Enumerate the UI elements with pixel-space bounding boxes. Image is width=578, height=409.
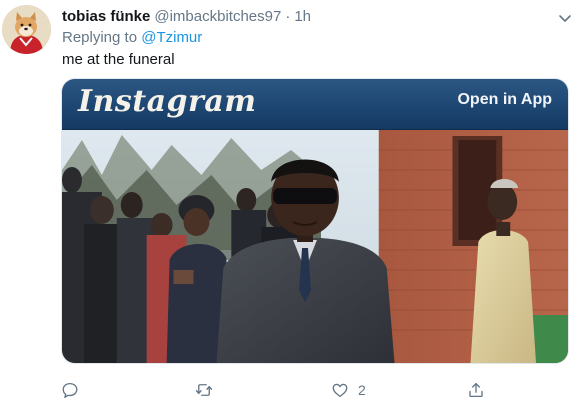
instagram-header-bar: Instagram Open in App — [62, 79, 568, 130]
replying-to: Replying to @Tzimur — [62, 28, 202, 48]
instagram-logo: Instagram — [78, 84, 257, 119]
retweet-button[interactable] — [195, 378, 222, 402]
funeral-photo-image — [62, 130, 568, 363]
funeral-photo — [62, 130, 568, 363]
open-in-app-label: Open in App — [457, 91, 552, 108]
user-handle[interactable]: @imbackbitches97 — [154, 8, 281, 25]
tweet-header: tobias fünke @imbackbitches97 · 1h — [62, 7, 311, 27]
heart-icon — [332, 383, 348, 398]
chevron-down-icon — [559, 15, 571, 22]
tweet-media[interactable]: Instagram Open in App — [61, 78, 569, 364]
tweet-actions: 2 — [0, 378, 578, 402]
display-name[interactable]: tobias fünke — [62, 8, 150, 25]
avatar-image — [2, 5, 51, 54]
reply-button[interactable] — [61, 378, 88, 402]
like-count: 2 — [358, 382, 366, 398]
more-options-button[interactable] — [555, 8, 575, 28]
tweet[interactable]: tobias fünke @imbackbitches97 · 1h Replying… — [0, 0, 578, 409]
avatar[interactable] — [2, 5, 51, 54]
tweet-timestamp[interactable]: 1h — [294, 8, 311, 25]
separator-dot: · — [285, 8, 291, 25]
share-upload-icon — [469, 382, 483, 398]
like-button[interactable]: 2 — [331, 378, 366, 402]
retweet-arrows-icon — [195, 384, 213, 396]
share-button[interactable] — [467, 378, 494, 402]
replying-to-label: Replying to — [62, 29, 138, 46]
replying-to-mention[interactable]: @Tzimur — [141, 29, 202, 46]
tweet-text: me at the funeral — [62, 51, 175, 68]
comment-bubble-icon — [62, 382, 78, 399]
